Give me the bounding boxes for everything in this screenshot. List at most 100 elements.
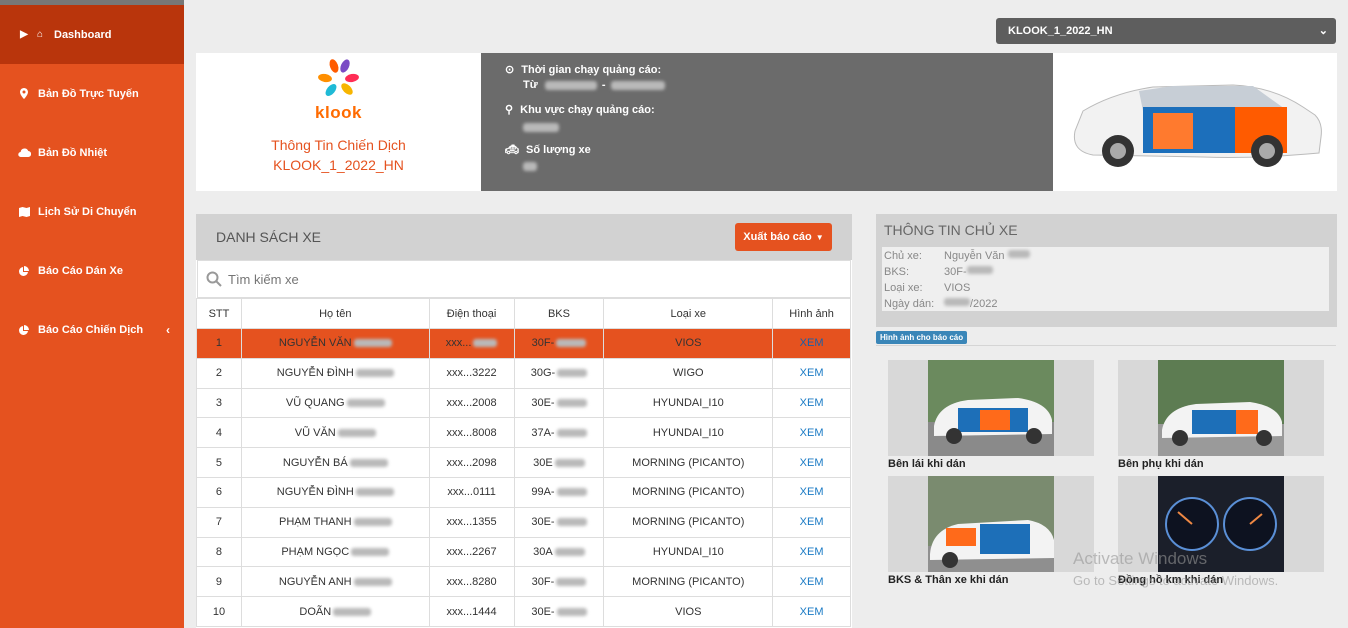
sidebar-item-sticker-report[interactable]: Báo Cáo Dán Xe xyxy=(0,241,184,300)
ad-area-value xyxy=(523,121,559,133)
cell-image-link[interactable]: XEM xyxy=(772,536,851,568)
cell-image-link[interactable]: XEM xyxy=(772,596,851,627)
redacted-value xyxy=(353,577,392,586)
cell-bks-text: 30G- xyxy=(530,367,556,380)
redacted-owner-date xyxy=(944,298,970,306)
export-report-label: Xuất báo cáo xyxy=(743,231,812,243)
sidebar-item-dashboard[interactable]: ▶ ⌂ Dashboard xyxy=(0,5,184,64)
col-stt[interactable]: STT xyxy=(196,298,242,329)
cell-image-link-text[interactable]: XEM xyxy=(800,427,824,439)
table-row[interactable]: 2 NGUYỄN ĐÌNH xxx...3222 30G- WIGO XEM xyxy=(196,357,851,389)
cell-name-text: VŨ QUANG xyxy=(285,396,345,409)
owner-type-key: Loại xe: xyxy=(884,282,923,294)
col-car-type[interactable]: Loại xe xyxy=(603,298,774,329)
cell-car-type: MORNING (PICANTO) xyxy=(603,506,774,538)
table-row[interactable]: 5 NGUYỄN BÁ xxx...2098 30E MORNING (PICANTO)… xyxy=(196,447,851,478)
cell-image-link[interactable]: XEM xyxy=(772,566,851,598)
cell-image-link[interactable]: XEM xyxy=(772,357,851,389)
redacted-value xyxy=(351,548,390,557)
home-icon: ⌂ xyxy=(36,29,44,40)
table-row[interactable]: 4 VŨ VĂN xxx...8008 37A- HYUNDAI_I10 XEM xyxy=(196,417,851,449)
vehicle-search-input[interactable] xyxy=(228,271,728,287)
cell-stt: 8 xyxy=(196,536,242,568)
sidebar-item-label: Dashboard xyxy=(54,28,112,41)
cell-image-link-text[interactable]: XEM xyxy=(800,546,824,558)
cell-image-link-text[interactable]: XEM xyxy=(800,367,824,379)
cell-bks: 30F- xyxy=(513,566,605,598)
campaign-title-line2: KLOOK_1_2022_HN xyxy=(273,157,404,173)
redacted-value xyxy=(353,518,392,527)
campaign-select[interactable]: KLOOK_1_2022_HN ⌄ xyxy=(996,18,1336,44)
sidebar-item-heat-map[interactable]: Bản Đồ Nhiệt xyxy=(0,123,184,182)
owner-name-key: Chủ xe: xyxy=(884,250,922,262)
cell-image-link-text[interactable]: XEM xyxy=(800,397,824,409)
photo-caption: Bên phụ khi dán xyxy=(1118,458,1204,470)
campaign-info-panel: ⊙ Thời gian chạy quảng cáo: Từ - ⚲ Khu v… xyxy=(481,53,1053,191)
cell-name: NGUYỄN ĐÌNH xyxy=(240,476,430,508)
col-phone[interactable]: Điện thoại xyxy=(428,298,515,329)
redacted-value xyxy=(556,399,587,408)
table-row[interactable]: 1 NGUYỄN VĂN xxx... 30F- VIOS XEM xyxy=(196,328,851,359)
cell-image-link-text[interactable]: XEM xyxy=(800,337,824,349)
vehicle-search-row xyxy=(197,260,851,298)
table-row[interactable]: 9 NGUYỄN ANH xxx...8280 30F- MORNING (PICANT… xyxy=(196,566,851,598)
cell-image-link[interactable]: XEM xyxy=(772,506,851,538)
cell-image-link-text[interactable]: XEM xyxy=(800,576,824,588)
cell-bks-text: 30E- xyxy=(531,396,555,409)
cell-bks: 30E xyxy=(513,447,605,478)
ad-time-value: Từ - xyxy=(523,79,665,91)
cell-image-link-text[interactable]: XEM xyxy=(800,606,824,618)
table-row[interactable]: 7 PHẠM THANH xxx...1355 30E- MORNING (PICANT… xyxy=(196,506,851,538)
cell-image-link-text[interactable]: XEM xyxy=(800,457,824,469)
campaign-banner: klook Thông Tin Chiến Dịch KLOOK_1_2022_… xyxy=(196,53,1337,191)
col-name[interactable]: Họ tên xyxy=(240,298,430,329)
col-bks[interactable]: BKS xyxy=(513,298,605,329)
cell-stt: 1 xyxy=(196,328,242,359)
photo-passenger-side[interactable] xyxy=(1118,360,1324,456)
cell-stt: 9 xyxy=(196,566,242,598)
redacted-value xyxy=(556,607,587,616)
table-row[interactable]: 8 PHẠM NGỌC xxx...2267 30A HYUNDAI_I10 XEM xyxy=(196,536,851,568)
col-image[interactable]: Hình ảnh xyxy=(772,298,851,329)
cell-car-type: HYUNDAI_I10 xyxy=(603,387,774,419)
sidebar-item-online-map[interactable]: Bản Đồ Trực Tuyến xyxy=(0,64,184,123)
owner-name-row: Chủ xe: Nguyễn Văn xyxy=(884,250,1030,262)
cell-image-link-text[interactable]: XEM xyxy=(800,486,824,498)
table-row[interactable]: 10 DOÃN xxx...1444 30E- VIOS XEM xyxy=(196,596,851,627)
cell-phone: xxx...0111 xyxy=(428,476,515,508)
cell-phone-text: xxx...2267 xyxy=(446,545,497,558)
table-row[interactable]: 3 VŨ QUANG xxx...2008 30E- HYUNDAI_I10 XEM xyxy=(196,387,851,419)
cell-phone-text: xxx...2008 xyxy=(446,396,497,409)
cell-stt: 7 xyxy=(196,506,242,538)
cell-image-link-text[interactable]: XEM xyxy=(800,516,824,528)
cell-phone: xxx... xyxy=(428,328,515,359)
photo-caption: BKS & Thân xe khi dán xyxy=(888,574,1009,586)
photo-driver-side[interactable] xyxy=(888,360,1094,456)
cell-image-link[interactable]: XEM xyxy=(772,417,851,449)
owner-date-key: Ngày dán: xyxy=(884,298,935,310)
photo-plate-body[interactable] xyxy=(888,476,1094,572)
cell-stt-text: 10 xyxy=(212,605,226,618)
table-row[interactable]: 6 NGUYỄN ĐÌNH xxx...0111 99A- MORNING (PICAN… xyxy=(196,476,851,508)
cell-bks: 30A xyxy=(513,536,605,568)
klook-logo-icon xyxy=(318,59,359,96)
cell-image-link[interactable]: XEM xyxy=(772,387,851,419)
cell-image-link[interactable]: XEM xyxy=(772,476,851,508)
cell-bks: 30F- xyxy=(513,328,605,359)
cell-car-type: WIGO xyxy=(603,357,774,389)
sidebar-item-history[interactable]: Lịch Sử Di Chuyển xyxy=(0,182,184,241)
divider xyxy=(876,345,1336,346)
cell-car-type: HYUNDAI_I10 xyxy=(603,417,774,449)
sidebar-item-campaign-report[interactable]: Báo Cáo Chiến Dịch ‹ xyxy=(0,300,184,359)
vehicle-list-header: DANH SÁCH XE Xuất báo cáo ▼ xyxy=(196,214,852,260)
vehicle-list-panel: DANH SÁCH XE Xuất báo cáo ▼ STT Họ tên Đ… xyxy=(196,214,852,628)
search-icon xyxy=(206,271,222,287)
car-count-label: Số lượng xe xyxy=(526,144,591,156)
export-report-button[interactable]: Xuất báo cáo ▼ xyxy=(735,223,832,251)
cell-car-type: MORNING (PICANTO) xyxy=(603,566,774,598)
cell-image-link[interactable]: XEM xyxy=(772,328,851,359)
cell-car-type-text: MORNING (PICANTO) xyxy=(632,486,745,499)
cell-image-link[interactable]: XEM xyxy=(772,447,851,478)
cell-stt: 4 xyxy=(196,417,242,449)
cell-name-text: VŨ VĂN xyxy=(294,426,336,439)
